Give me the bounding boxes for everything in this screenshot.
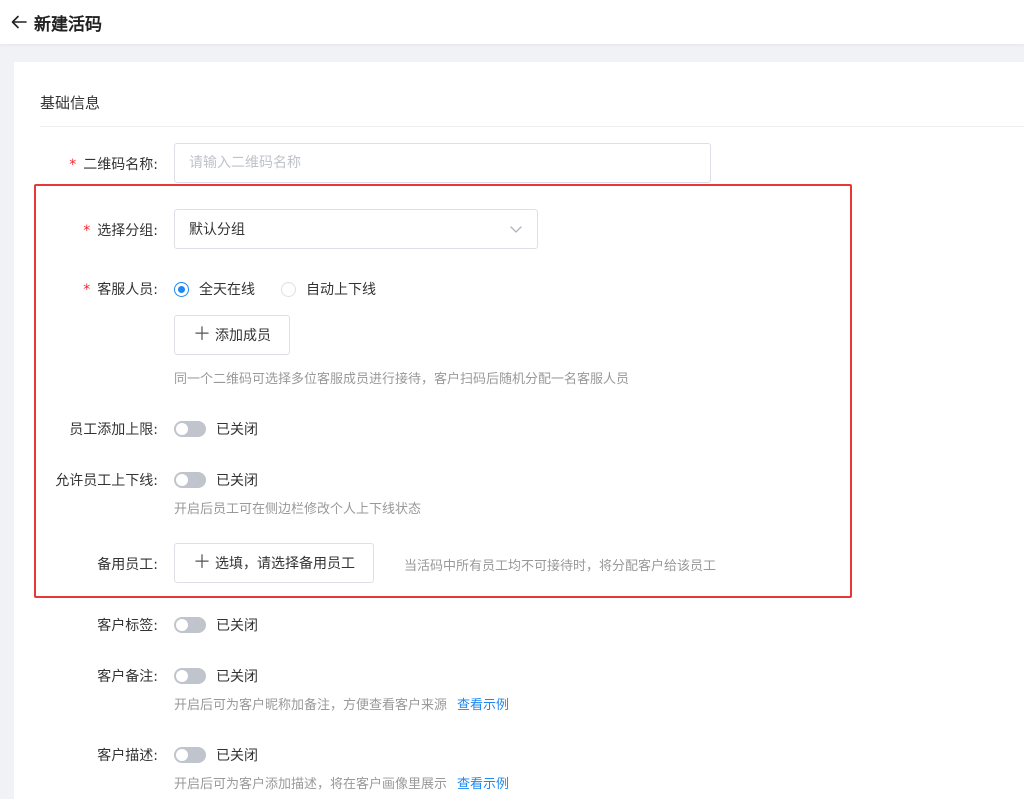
customer-note-label: 客户备注: — [97, 669, 158, 685]
section-divider — [40, 126, 1024, 127]
group-select[interactable]: 默认分组 — [174, 209, 538, 249]
group-label: * 选择分组: — [83, 223, 158, 239]
switch-status: 已关闭 — [216, 748, 258, 764]
customer-tag-switch[interactable] — [174, 617, 206, 633]
radio-button-checked[interactable] — [174, 281, 189, 297]
qr-name-row: * 二维码名称: — [14, 142, 1024, 184]
select-backup-button[interactable]: ＋ 选填，请选择备用员工 — [174, 543, 374, 583]
customer-desc-switch[interactable] — [174, 747, 206, 763]
group-select-value: 默认分组 — [189, 222, 245, 238]
radio-button[interactable] — [281, 281, 296, 297]
allow-online-label: 允许员工上下线: — [55, 473, 158, 489]
chevron-down-icon — [510, 226, 522, 233]
back-button[interactable] — [10, 7, 28, 37]
page-title: 新建活码 — [34, 14, 102, 35]
customer-note-row: 客户备注: 已关闭 — [14, 663, 1024, 687]
add-limit-label: 员工添加上限: — [69, 422, 158, 438]
customer-note-hint: 开启后可为客户昵称加备注，方便查看客户来源 查看示例 — [174, 698, 510, 713]
customer-note-switch-wrap: 已关闭 — [174, 666, 258, 686]
required-mark: * — [83, 282, 91, 298]
backup-hint: 当活码中所有员工均不可接待时，将分配客户给该员工 — [404, 559, 717, 574]
staff-row: * 客服人员: 全天在线 自动上下线 — [14, 276, 1024, 300]
add-member-button[interactable]: ＋ 添加成员 — [174, 315, 290, 355]
plus-icon: ＋ — [193, 552, 211, 573]
qr-name-input[interactable] — [174, 143, 711, 183]
form-card: 基础信息 *二维码名称: *选择分组: 默认分组 *客服人员: 全天在线 — [14, 62, 1024, 799]
customer-tag-label: 客户标签: — [97, 618, 158, 634]
radio-auto-online[interactable]: 自动上下线 — [281, 279, 376, 299]
section-title: 基础信息 — [40, 94, 101, 112]
customer-desc-label: 客户描述: — [97, 748, 158, 764]
switch-status: 已关闭 — [216, 422, 258, 438]
allow-online-switch-wrap: 已关闭 — [174, 470, 258, 490]
customer-tag-row: 客户标签: 已关闭 — [14, 612, 1024, 636]
add-limit-row: 员工添加上限: 已关闭 — [14, 416, 1024, 440]
allow-online-hint: 开启后员工可在侧边栏修改个人上下线状态 — [174, 502, 422, 517]
arrow-left-icon — [11, 15, 27, 29]
plus-icon: ＋ — [193, 324, 211, 345]
top-bar: 新建活码 — [0, 0, 1024, 44]
backup-row: 备用员工: ＋ 选填，请选择备用员工 当活码中所有员工均不可接待时，将分配客户给… — [14, 543, 1024, 583]
required-mark: * — [83, 223, 91, 239]
add-limit-switch-wrap: 已关闭 — [174, 419, 258, 439]
required-mark: * — [69, 157, 77, 173]
customer-desc-switch-wrap: 已关闭 — [174, 745, 258, 765]
switch-status: 已关闭 — [216, 473, 258, 489]
qr-name-label: * 二维码名称: — [69, 157, 158, 173]
customer-desc-hint: 开启后可为客户添加描述，将在客户画像里展示 查看示例 — [174, 777, 510, 792]
backup-label: 备用员工: — [97, 557, 158, 573]
staff-mode-radio-group: 全天在线 自动上下线 — [174, 279, 402, 299]
radio-all-day-online[interactable]: 全天在线 — [174, 279, 255, 299]
staff-hint: 同一个二维码可选择多位客服成员进行接待，客户扫码后随机分配一名客服人员 — [174, 372, 630, 387]
group-row: * 选择分组: 默认分组 — [14, 208, 1024, 250]
switch-status: 已关闭 — [216, 618, 258, 634]
customer-tag-switch-wrap: 已关闭 — [174, 615, 258, 635]
switch-status: 已关闭 — [216, 669, 258, 685]
allow-online-row: 允许员工上下线: 已关闭 — [14, 467, 1024, 491]
view-example-link[interactable]: 查看示例 — [457, 777, 509, 792]
allow-online-switch[interactable] — [174, 472, 206, 488]
radio-label: 自动上下线 — [306, 282, 376, 298]
customer-note-switch[interactable] — [174, 668, 206, 684]
radio-label: 全天在线 — [199, 282, 255, 298]
customer-desc-row: 客户描述: 已关闭 — [14, 742, 1024, 766]
add-limit-switch[interactable] — [174, 421, 206, 437]
staff-label: * 客服人员: — [83, 282, 158, 298]
view-example-link[interactable]: 查看示例 — [457, 698, 509, 713]
